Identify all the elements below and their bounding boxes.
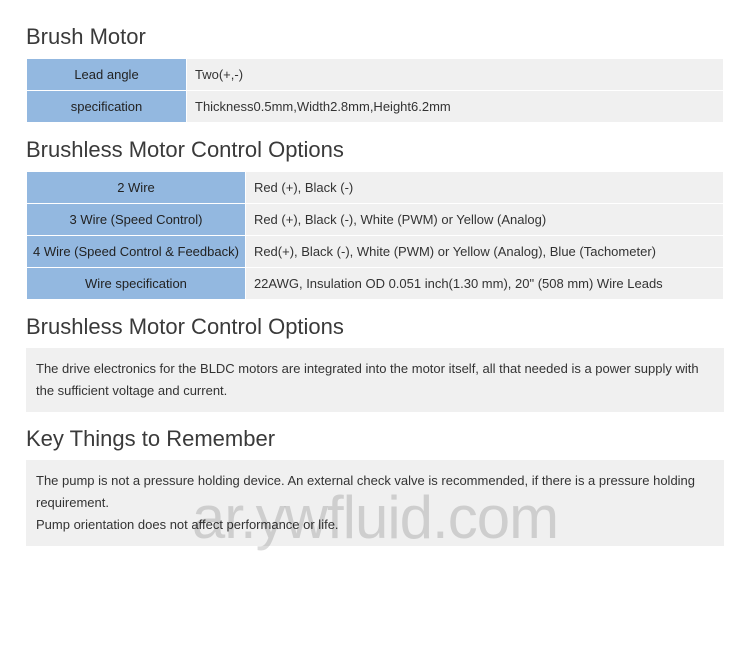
- section-title-key-things: Key Things to Remember: [26, 426, 724, 452]
- row-value: Two(+,-): [187, 59, 724, 91]
- key-things-text: The pump is not a pressure holding devic…: [26, 460, 724, 546]
- row-label: specification: [27, 91, 187, 123]
- section-title-brushless-options-text: Brushless Motor Control Options: [26, 314, 724, 340]
- row-value: Red (+), Black (-): [245, 172, 723, 204]
- row-value: Thickness0.5mm,Width2.8mm,Height6.2mm: [187, 91, 724, 123]
- key-things-line: The pump is not a pressure holding devic…: [36, 473, 695, 510]
- table-row: Wire specification 22AWG, Insulation OD …: [27, 268, 724, 300]
- row-value: 22AWG, Insulation OD 0.051 inch(1.30 mm)…: [245, 268, 723, 300]
- table-row: specification Thickness0.5mm,Width2.8mm,…: [27, 91, 724, 123]
- table-row: 4 Wire (Speed Control & Feedback) Red(+)…: [27, 236, 724, 268]
- row-value: Red (+), Black (-), White (PWM) or Yello…: [245, 204, 723, 236]
- table-row: Lead angle Two(+,-): [27, 59, 724, 91]
- row-label: 2 Wire: [27, 172, 246, 204]
- row-label: 4 Wire (Speed Control & Feedback): [27, 236, 246, 268]
- brushless-options-table: 2 Wire Red (+), Black (-) 3 Wire (Speed …: [26, 171, 724, 300]
- section-title-brush-motor: Brush Motor: [26, 24, 724, 50]
- row-label: Lead angle: [27, 59, 187, 91]
- section-title-brushless-options-table: Brushless Motor Control Options: [26, 137, 724, 163]
- table-row: 3 Wire (Speed Control) Red (+), Black (-…: [27, 204, 724, 236]
- row-value: Red(+), Black (-), White (PWM) or Yellow…: [245, 236, 723, 268]
- key-things-line: Pump orientation does not affect perform…: [36, 517, 339, 532]
- row-label: Wire specification: [27, 268, 246, 300]
- table-row: 2 Wire Red (+), Black (-): [27, 172, 724, 204]
- row-label: 3 Wire (Speed Control): [27, 204, 246, 236]
- brushless-options-text: The drive electronics for the BLDC motor…: [26, 348, 724, 412]
- brush-motor-table: Lead angle Two(+,-) specification Thickn…: [26, 58, 724, 123]
